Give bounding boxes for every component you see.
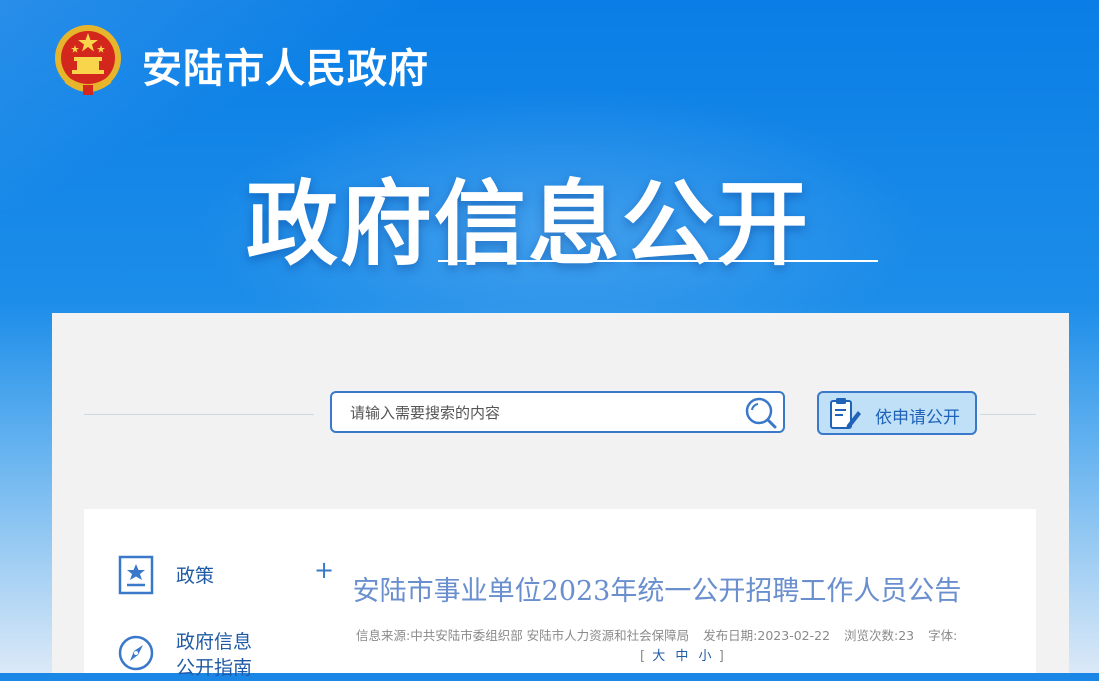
- apply-disclosure-label: 依申请公开: [875, 408, 960, 428]
- sidebar-item-label: 公开指南: [176, 657, 253, 679]
- star-document-icon: [118, 555, 154, 595]
- font-size-switcher: [ 大 中 小 ]: [640, 645, 724, 664]
- divider-left: [84, 414, 314, 415]
- search-box: [330, 391, 785, 433]
- sidebar-item-label: 政府信息: [176, 631, 253, 653]
- article-views: 浏览次数:23: [844, 628, 915, 643]
- clipboard-pen-icon: [830, 398, 861, 429]
- search-icon[interactable]: [743, 395, 779, 429]
- search-input[interactable]: [348, 393, 732, 433]
- site-name[interactable]: 安陆市人民政府: [142, 36, 429, 94]
- article-source: 信息来源:中共安陆市委组织部 安陆市人力资源和社会保障局: [356, 628, 690, 643]
- article-title: 安陆市事业单位2023年统一公开招聘工作人员公告: [352, 576, 962, 607]
- divider-right: [980, 414, 1036, 415]
- apply-disclosure-button[interactable]: 依申请公开: [817, 391, 977, 435]
- bracket-open: [: [640, 649, 646, 664]
- sidebar-item-policy[interactable]: 政策 +: [118, 555, 338, 599]
- font-size-medium[interactable]: 中: [675, 649, 688, 664]
- content-area: 政策 + 政府信息 公开指南 安陆市事业单位2023年统一公开招聘工作人员公告 …: [84, 509, 1036, 679]
- article-meta: 信息来源:中共安陆市委组织部 安陆市人力资源和社会保障局 发布日期:2023-0…: [356, 625, 967, 644]
- font-size-label: 字体:: [928, 628, 958, 643]
- main-panel: 依申请公开 政策 + 政府信息 公开指南 安陆市事业单位2023年统一公开招聘工…: [52, 313, 1069, 679]
- bracket-close: ]: [718, 649, 724, 664]
- compass-icon: [118, 635, 154, 671]
- article-publish-date: 发布日期:2023-02-22: [703, 628, 831, 643]
- sidebar-item-disclosure-guide[interactable]: 政府信息 公开指南: [118, 629, 338, 679]
- banner-title: 政府信息公开: [246, 171, 811, 278]
- font-size-small[interactable]: 小: [699, 649, 712, 664]
- national-emblem-icon: [55, 25, 121, 95]
- banner-underline: [438, 260, 878, 262]
- font-size-large[interactable]: 大: [652, 649, 665, 664]
- sidebar-item-label: 政策: [176, 565, 215, 587]
